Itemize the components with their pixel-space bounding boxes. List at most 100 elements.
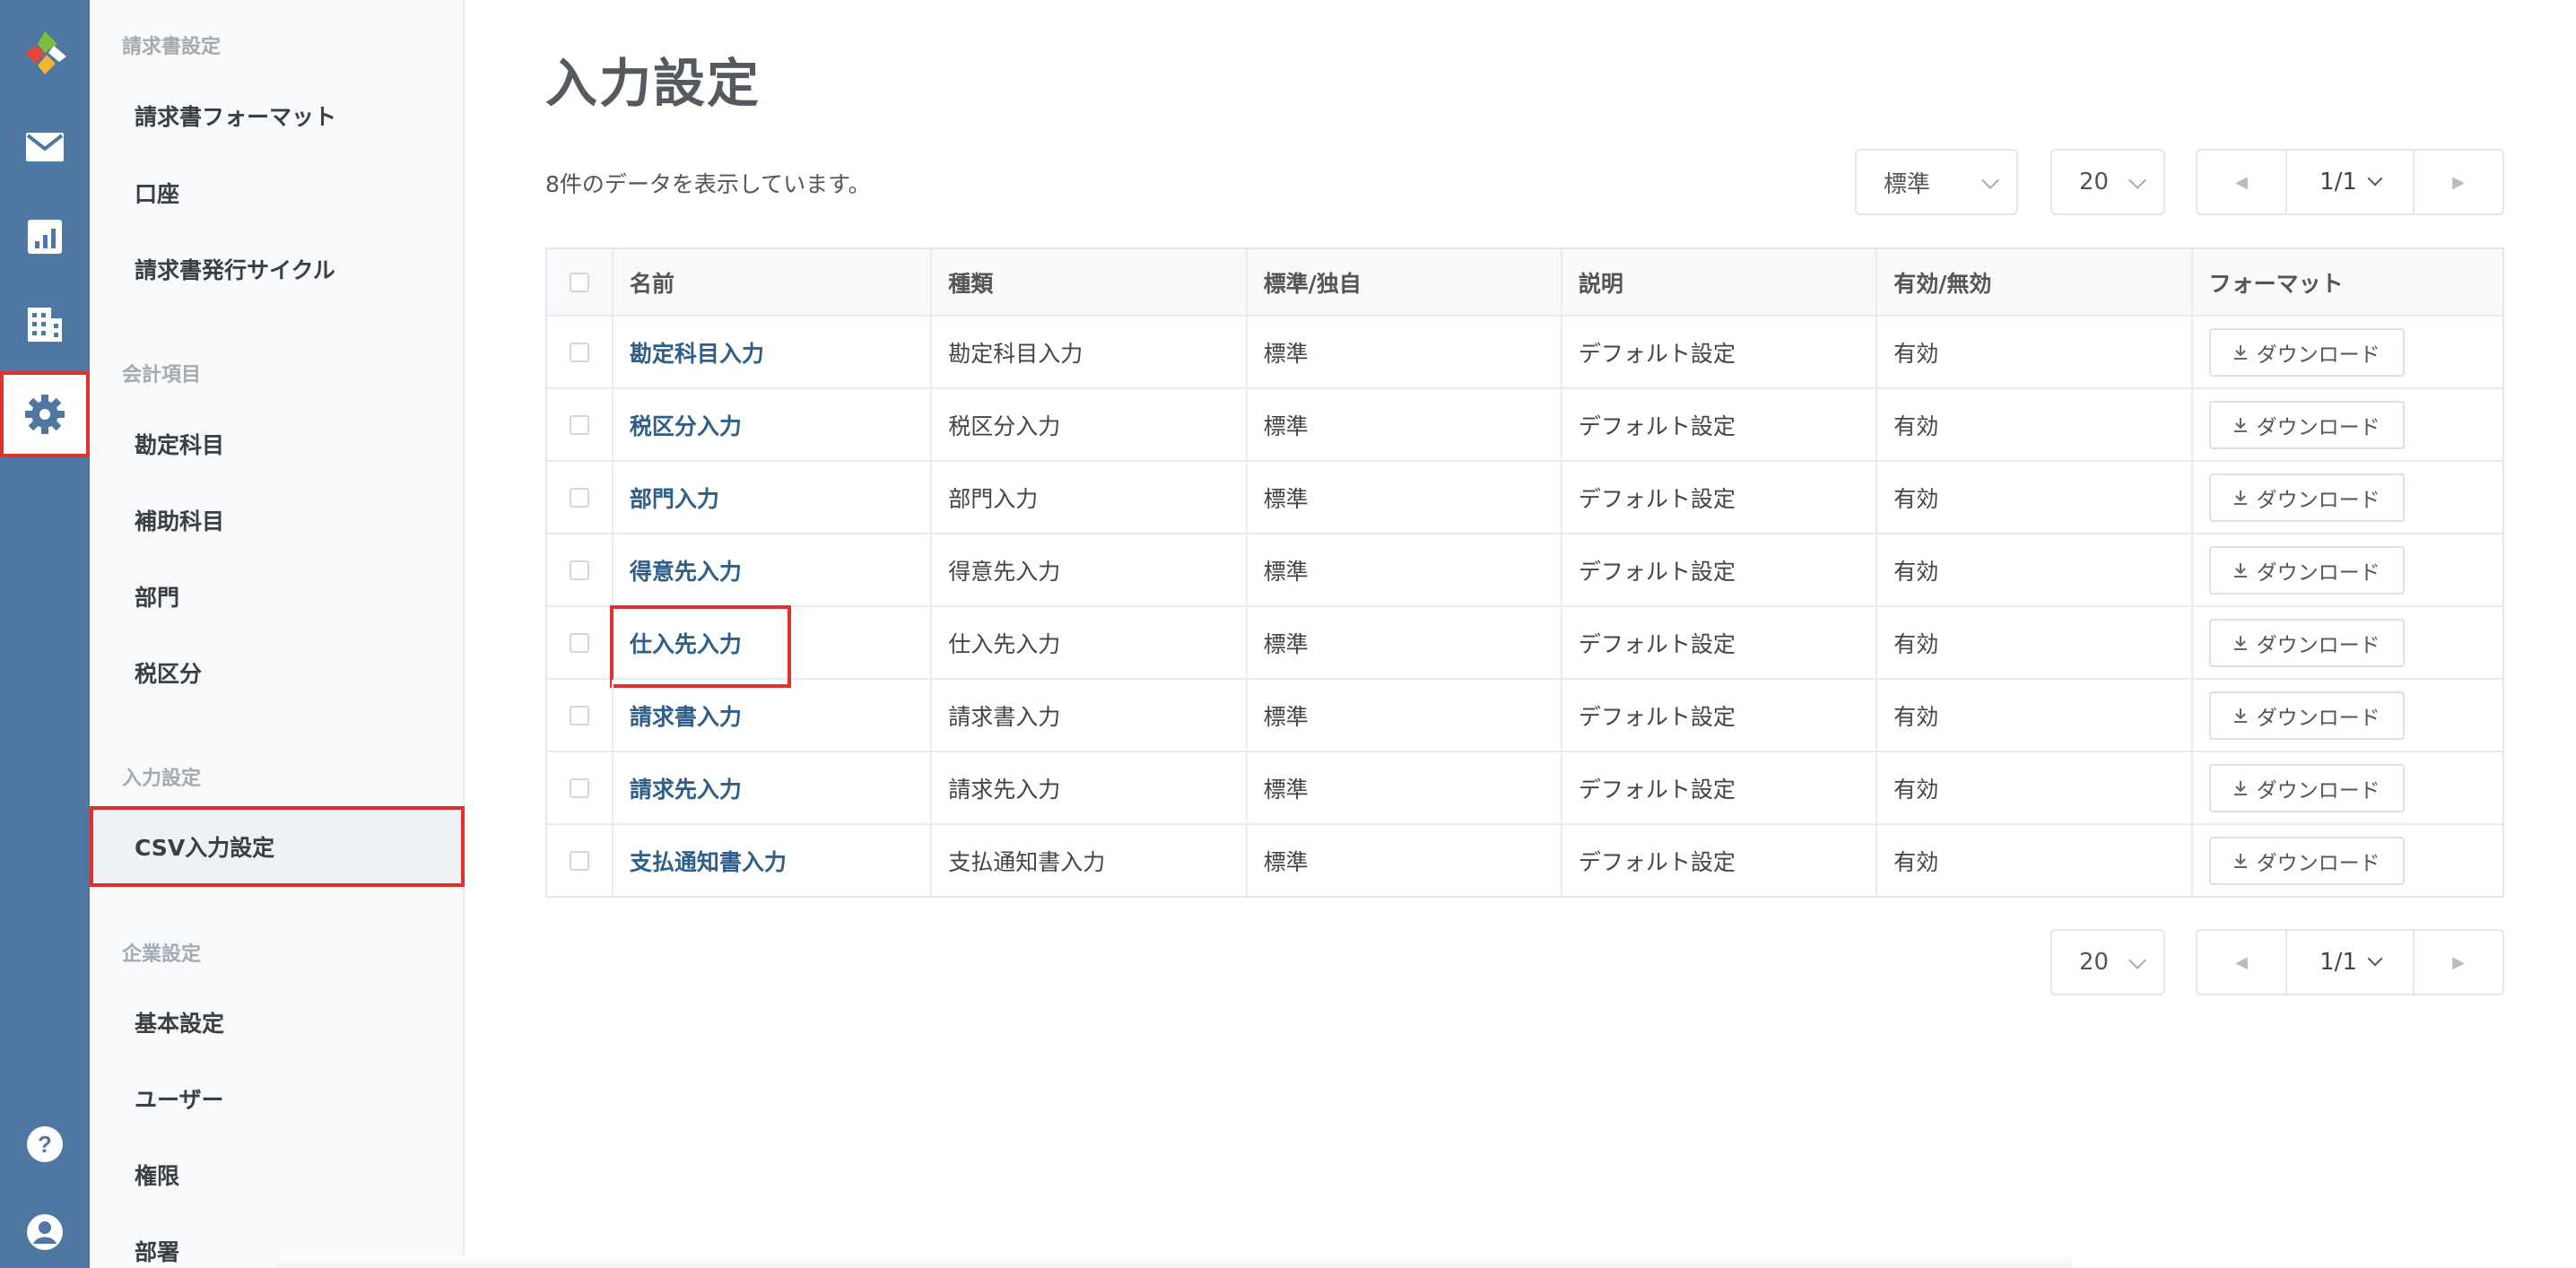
row-type: 得意先入力 bbox=[930, 534, 1245, 605]
chart-icon[interactable] bbox=[0, 195, 90, 278]
prev-page-button[interactable]: ◀ bbox=[2197, 931, 2285, 994]
menu-item-permissions[interactable]: 権限 bbox=[90, 1136, 465, 1213]
download-label: ダウンロード bbox=[2256, 560, 2380, 585]
pagination-bottom: ◀ 1/1 ▶ bbox=[2196, 929, 2504, 995]
row-checkbox[interactable] bbox=[569, 777, 589, 798]
caret-left-icon: ◀ bbox=[2235, 172, 2248, 192]
prev-page-button[interactable]: ◀ bbox=[2197, 151, 2285, 213]
per-page-select[interactable]: 20 bbox=[2050, 149, 2165, 215]
download-icon bbox=[2233, 490, 2247, 505]
row-checkbox[interactable] bbox=[569, 632, 589, 653]
building-icon[interactable] bbox=[0, 283, 90, 366]
row-kind: 標準 bbox=[1245, 462, 1561, 533]
row-format-cell: ダウンロード bbox=[2190, 607, 2502, 678]
header-description: 説明 bbox=[1560, 249, 1875, 315]
filter-select[interactable]: 標準 bbox=[1855, 149, 2018, 215]
caret-right-icon: ▶ bbox=[2452, 172, 2465, 192]
menu-item-sub-account[interactable]: 補助科目 bbox=[90, 482, 465, 559]
menu-item-csv-input[interactable]: CSV入力設定 bbox=[90, 806, 465, 887]
row-kind: 標準 bbox=[1245, 825, 1561, 896]
row-checkbox-cell bbox=[547, 462, 612, 533]
row-name-link[interactable]: 請求先入力 bbox=[630, 772, 742, 804]
download-button[interactable]: ダウンロード bbox=[2208, 690, 2405, 740]
per-page-value: 20 bbox=[2079, 169, 2110, 195]
row-status: 有効 bbox=[1875, 462, 2190, 533]
row-description: デフォルト設定 bbox=[1560, 462, 1875, 533]
row-checkbox[interactable] bbox=[569, 850, 589, 871]
header-kind: 標準/独自 bbox=[1245, 249, 1561, 315]
row-status: 有効 bbox=[1875, 389, 2190, 460]
result-count: 8件のデータを表示しています。 bbox=[545, 171, 871, 197]
download-button[interactable]: ダウンロード bbox=[2208, 763, 2405, 812]
row-name-link[interactable]: 請求書入力 bbox=[630, 699, 742, 732]
download-icon bbox=[2233, 562, 2247, 578]
table-body: 勘定科目入力 勘定科目入力 標準 デフォルト設定 有効 ダウンロード 税区分入力 税区分入力標… bbox=[547, 315, 2502, 896]
menu-item-department[interactable]: 部門 bbox=[90, 558, 465, 635]
gear-icon[interactable] bbox=[0, 371, 90, 457]
row-name-link[interactable]: 得意先入力 bbox=[630, 554, 742, 586]
row-kind: 標準 bbox=[1245, 607, 1561, 678]
help-icon[interactable]: ? bbox=[0, 1103, 90, 1185]
row-kind: 標準 bbox=[1245, 680, 1561, 751]
row-name-link[interactable]: 支払通知書入力 bbox=[630, 845, 787, 877]
mail-icon[interactable] bbox=[0, 106, 90, 188]
menu-item-invoice-cycle[interactable]: 請求書発行サイクル bbox=[90, 230, 465, 308]
page-select[interactable]: 1/1 bbox=[2285, 151, 2415, 213]
download-button[interactable]: ダウンロード bbox=[2208, 836, 2405, 885]
row-status: 有効 bbox=[1875, 317, 2190, 387]
menu-item-account-item[interactable]: 勘定科目 bbox=[90, 405, 465, 482]
row-name-cell: 勘定科目入力 bbox=[611, 317, 930, 387]
row-type: 請求書入力 bbox=[930, 680, 1245, 751]
row-type: 仕入先入力 bbox=[930, 607, 1245, 678]
select-all-checkbox[interactable] bbox=[569, 272, 589, 292]
row-name-link[interactable]: 税区分入力 bbox=[630, 409, 742, 441]
next-page-button[interactable]: ▶ bbox=[2415, 931, 2502, 994]
download-button[interactable]: ダウンロード bbox=[2208, 473, 2405, 522]
row-name-cell: 請求書入力 bbox=[611, 680, 930, 751]
bottom-per-page-select[interactable]: 20 bbox=[2050, 929, 2165, 995]
row-format-cell: ダウンロード bbox=[2190, 752, 2502, 823]
row-checkbox[interactable] bbox=[569, 705, 589, 725]
header-name: 名前 bbox=[611, 249, 930, 315]
row-status: 有効 bbox=[1875, 607, 2190, 678]
app-logo-icon[interactable] bbox=[0, 13, 90, 93]
row-description: デフォルト設定 bbox=[1560, 389, 1875, 460]
download-button[interactable]: ダウンロード bbox=[2208, 327, 2405, 377]
chevron-down-icon bbox=[2367, 951, 2383, 967]
header-status: 有効/無効 bbox=[1875, 249, 2190, 315]
row-type: 請求先入力 bbox=[930, 752, 1245, 823]
page-select[interactable]: 1/1 bbox=[2285, 931, 2415, 994]
row-checkbox[interactable] bbox=[569, 487, 589, 508]
row-name-cell: 仕入先入力 bbox=[609, 605, 930, 688]
download-button[interactable]: ダウンロード bbox=[2208, 618, 2405, 667]
row-checkbox-cell bbox=[547, 317, 612, 387]
menu-item-account[interactable]: 口座 bbox=[90, 154, 465, 231]
menu-item-users[interactable]: ユーザー bbox=[90, 1060, 465, 1137]
row-name-link[interactable]: 勘定科目入力 bbox=[630, 336, 764, 369]
row-format-cell: ダウンロード bbox=[2190, 680, 2502, 751]
row-name-link[interactable]: 部門入力 bbox=[630, 482, 719, 514]
download-button[interactable]: ダウンロード bbox=[2208, 400, 2405, 449]
row-name-cell: 請求先入力 bbox=[611, 752, 930, 823]
menu-item-invoice-format[interactable]: 請求書フォーマット bbox=[90, 77, 465, 154]
menu-item-basic-settings[interactable]: 基本設定 bbox=[90, 984, 465, 1061]
row-format-cell: ダウンロード bbox=[2190, 462, 2502, 533]
download-label: ダウンロード bbox=[2256, 778, 2380, 803]
menu-item-tax-category[interactable]: 税区分 bbox=[90, 634, 465, 711]
download-button[interactable]: ダウンロード bbox=[2208, 545, 2405, 595]
chevron-down-icon bbox=[1981, 171, 1999, 189]
bottom-per-page-value: 20 bbox=[2079, 949, 2110, 976]
row-checkbox[interactable] bbox=[569, 560, 589, 580]
row-checkbox[interactable] bbox=[569, 414, 589, 435]
row-checkbox[interactable] bbox=[569, 342, 589, 362]
user-icon[interactable] bbox=[0, 1191, 90, 1268]
row-description: デフォルト設定 bbox=[1560, 825, 1875, 896]
row-checkbox-cell bbox=[547, 680, 612, 751]
row-name-link[interactable]: 仕入先入力 bbox=[630, 627, 742, 659]
row-checkbox-cell bbox=[547, 607, 612, 678]
row-type: 勘定科目入力 bbox=[930, 317, 1245, 387]
row-name-cell: 得意先入力 bbox=[611, 534, 930, 605]
caret-left-icon: ◀ bbox=[2235, 952, 2248, 972]
next-page-button[interactable]: ▶ bbox=[2415, 151, 2502, 213]
download-icon bbox=[2233, 635, 2247, 650]
